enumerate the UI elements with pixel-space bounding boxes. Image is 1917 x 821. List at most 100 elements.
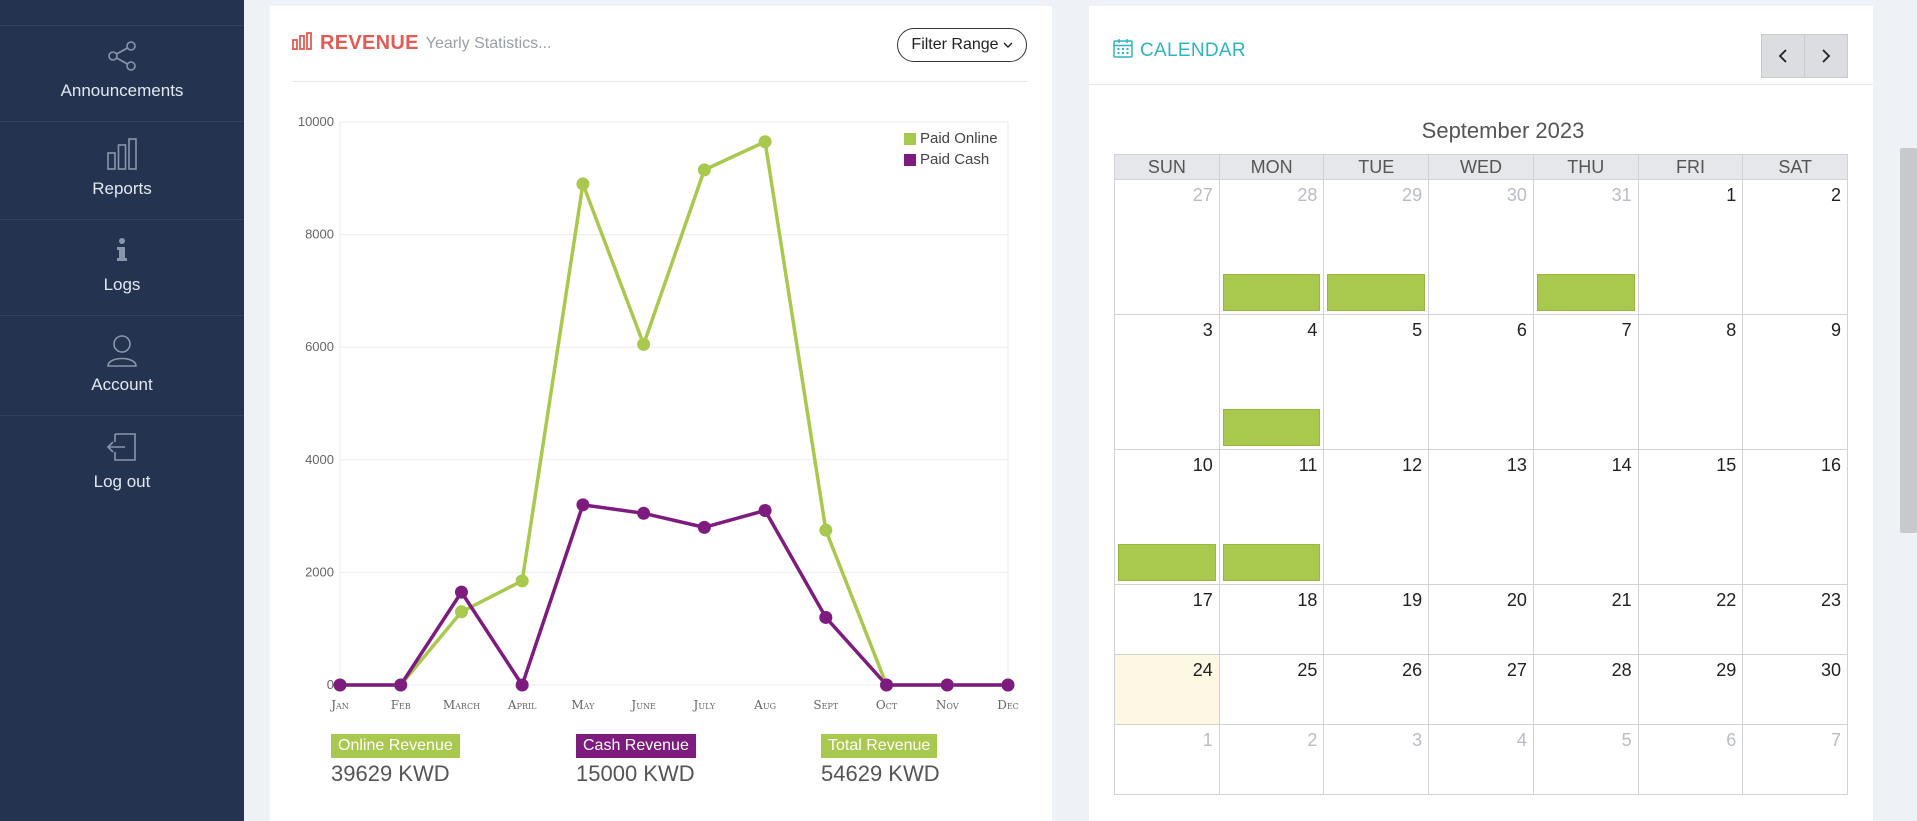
data-point-paid-online[interactable] <box>819 523 833 537</box>
revenue-card: REVENUE Yearly Statistics... Filter Rang… <box>270 6 1052 821</box>
calendar-day-number: 2 <box>1307 730 1318 750</box>
calendar-day-number: 13 <box>1506 455 1527 475</box>
calendar-day[interactable]: 1 <box>1639 180 1744 314</box>
calendar-day[interactable]: 22 <box>1639 585 1744 654</box>
calendar-day[interactable]: 27 <box>1115 180 1220 314</box>
calendar-title: CALENDAR <box>1140 39 1246 61</box>
calendar-day[interactable]: 5 <box>1324 315 1430 449</box>
calendar-day-today[interactable]: 24 <box>1115 655 1220 724</box>
data-point-paid-cash[interactable] <box>394 678 408 692</box>
calendar-day[interactable]: 30 <box>1743 655 1849 724</box>
sidebar-item-announcements[interactable]: Announcements <box>0 26 244 122</box>
bar-chart-icon <box>292 32 312 55</box>
data-point-paid-cash[interactable] <box>333 678 347 692</box>
calendar-day[interactable]: 11 <box>1220 450 1325 584</box>
legend-item[interactable]: Paid Cash <box>904 149 1044 170</box>
data-point-paid-cash[interactable] <box>940 678 954 692</box>
calendar-week-row: 27 28 29 30 31 1 2 <box>1114 180 1849 315</box>
calendar-day[interactable]: 25 <box>1220 655 1325 724</box>
calendar-day[interactable]: 15 <box>1639 450 1744 584</box>
calendar-day[interactable]: 14 <box>1534 450 1639 584</box>
weekday-label: SAT <box>1742 155 1847 179</box>
calendar-day[interactable]: 28 <box>1220 180 1325 314</box>
calendar-day[interactable]: 16 <box>1743 450 1849 584</box>
data-point-paid-cash[interactable] <box>1001 678 1015 692</box>
calendar-day-number: 17 <box>1192 590 1213 610</box>
calendar-day[interactable]: 2 <box>1743 180 1849 314</box>
online-revenue-total: Online Revenue 39629 KWD <box>331 734 460 787</box>
calendar-event[interactable] <box>1222 544 1321 581</box>
calendar-day[interactable]: 7 <box>1534 315 1639 449</box>
sidebar-item-logs[interactable]: Logs <box>0 222 244 316</box>
calendar-day[interactable]: 23 <box>1743 585 1849 654</box>
calendar-day[interactable]: 3 <box>1115 315 1220 449</box>
legend-item[interactable]: Paid Online <box>904 128 1044 149</box>
data-point-paid-online[interactable] <box>637 337 651 351</box>
data-point-paid-online[interactable] <box>758 135 772 149</box>
next-month-button[interactable] <box>1804 34 1848 78</box>
calendar-day[interactable]: 6 <box>1429 315 1534 449</box>
page-scrollbar-thumb[interactable] <box>1900 148 1917 533</box>
calendar-day[interactable]: 4 <box>1429 725 1534 794</box>
calendar-day[interactable]: 28 <box>1534 655 1639 724</box>
data-point-paid-cash[interactable] <box>576 498 590 512</box>
y-tick-label: 6000 <box>305 339 334 354</box>
legend-label: Paid Cash <box>920 151 990 168</box>
calendar-event[interactable] <box>1222 409 1321 446</box>
calendar-day[interactable]: 4 <box>1220 315 1325 449</box>
sidebar-item-label: Account <box>91 375 153 394</box>
calendar-day[interactable]: 5 <box>1534 725 1639 794</box>
calendar-day[interactable]: 21 <box>1534 585 1639 654</box>
calendar-day[interactable]: 18 <box>1220 585 1325 654</box>
calendar-day[interactable]: 19 <box>1324 585 1430 654</box>
data-point-paid-online[interactable] <box>515 574 529 588</box>
calendar-day[interactable]: 10 <box>1115 450 1220 584</box>
cash-revenue-badge: Cash Revenue <box>576 734 696 758</box>
x-tick-label: Aug <box>753 698 776 712</box>
calendar-day[interactable]: 20 <box>1429 585 1534 654</box>
data-point-paid-cash[interactable] <box>819 610 833 624</box>
total-revenue-value: 54629 KWD <box>821 761 940 786</box>
calendar-day[interactable]: 7 <box>1743 725 1849 794</box>
sidebar-item-reports[interactable]: Reports <box>0 124 244 220</box>
calendar-day[interactable]: 29 <box>1324 180 1430 314</box>
calendar-day[interactable]: 26 <box>1324 655 1430 724</box>
calendar-day-number: 23 <box>1821 590 1842 610</box>
data-point-paid-cash[interactable] <box>697 520 711 534</box>
calendar-day-number: 3 <box>1202 320 1213 340</box>
calendar-day[interactable]: 30 <box>1429 180 1534 314</box>
filter-range-button[interactable]: Filter Range <box>897 28 1027 62</box>
calendar-day-number: 31 <box>1611 185 1632 205</box>
data-point-paid-cash[interactable] <box>758 503 772 517</box>
calendar-day[interactable]: 3 <box>1324 725 1430 794</box>
calendar-day[interactable]: 12 <box>1324 450 1430 584</box>
calendar-event[interactable] <box>1118 544 1216 581</box>
calendar-day[interactable]: 6 <box>1639 725 1744 794</box>
calendar-day[interactable]: 27 <box>1429 655 1534 724</box>
calendar-day-number: 29 <box>1716 660 1737 680</box>
weekday-label: MON <box>1218 155 1324 179</box>
data-point-paid-online[interactable] <box>576 177 590 191</box>
y-tick-label: 0 <box>327 677 334 692</box>
calendar-event[interactable] <box>1327 274 1426 311</box>
calendar-day[interactable]: 8 <box>1639 315 1744 449</box>
prev-month-button[interactable] <box>1761 34 1805 78</box>
data-point-paid-cash[interactable] <box>454 585 468 599</box>
calendar-day[interactable]: 9 <box>1743 315 1849 449</box>
data-point-paid-online[interactable] <box>697 163 711 177</box>
data-point-paid-online[interactable] <box>454 605 468 619</box>
calendar-day[interactable]: 29 <box>1639 655 1744 724</box>
sidebar-top-item[interactable] <box>0 0 244 26</box>
data-point-paid-cash[interactable] <box>637 506 651 520</box>
calendar-day[interactable]: 13 <box>1429 450 1534 584</box>
data-point-paid-cash[interactable] <box>515 678 529 692</box>
calendar-day[interactable]: 1 <box>1115 725 1220 794</box>
data-point-paid-cash[interactable] <box>880 678 894 692</box>
calendar-day[interactable]: 17 <box>1115 585 1220 654</box>
sidebar-item-account[interactable]: Account <box>0 316 244 416</box>
calendar-day[interactable]: 2 <box>1220 725 1325 794</box>
calendar-event[interactable] <box>1536 274 1635 311</box>
calendar-day[interactable]: 31 <box>1534 180 1639 314</box>
calendar-event[interactable] <box>1222 274 1321 311</box>
sidebar-item-logout[interactable]: Log out <box>0 416 244 512</box>
